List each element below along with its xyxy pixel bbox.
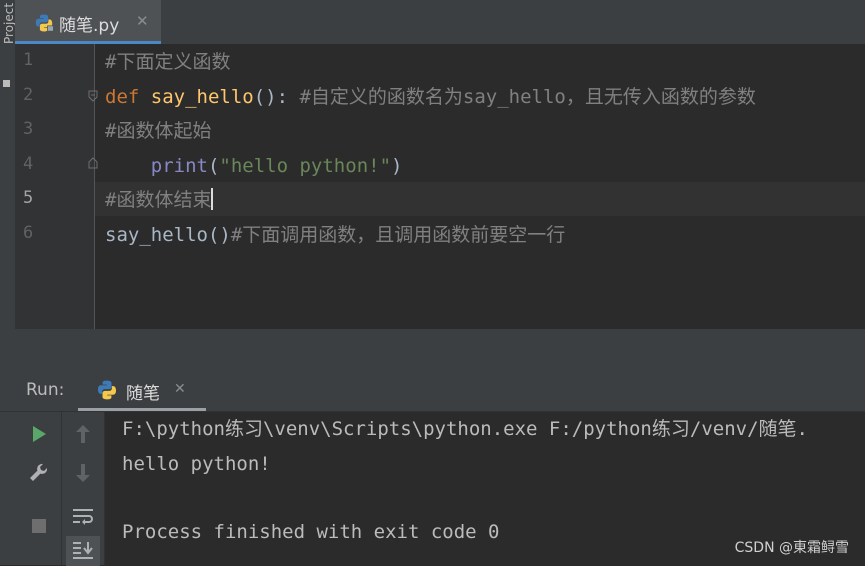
run-panel-label: Run: xyxy=(26,380,65,400)
rerun-play-icon[interactable] xyxy=(24,420,54,448)
code-editor[interactable]: 1 2 3 4 5 6 #下面定义函数 def say_hello(): #自定… xyxy=(15,44,865,329)
gutter-divider xyxy=(94,44,95,329)
line-number: 1 xyxy=(23,50,34,70)
run-tab[interactable]: 随笔 ✕ xyxy=(78,369,206,411)
watermark: CSDN @東霜鲟雪 xyxy=(734,540,849,556)
editor-tab-file[interactable]: 随笔.py ✕ xyxy=(15,0,161,44)
editor-tab-bar: 随笔.py ✕ xyxy=(15,0,865,45)
soft-wrap-icon[interactable] xyxy=(68,502,98,530)
panel-splitter[interactable] xyxy=(15,329,865,369)
run-tab-label: 随笔 xyxy=(126,384,160,404)
editor-tab-label: 随笔.py xyxy=(59,16,120,36)
code-comment: #下面调用函数，且调用函数前要空一行 xyxy=(230,224,566,246)
code-plain: (): xyxy=(253,86,300,108)
code-keyword: def xyxy=(105,86,151,108)
text-caret xyxy=(211,188,214,210)
scroll-to-end-icon[interactable] xyxy=(66,536,100,566)
code-comment: #函数体结束 xyxy=(105,189,212,211)
project-tab-marker xyxy=(3,80,10,87)
code-builtin: print xyxy=(150,155,208,177)
code-function-name: say_hello xyxy=(150,86,254,108)
code-line: print("hello python!") xyxy=(105,154,403,178)
arrow-up-icon[interactable] xyxy=(68,420,98,448)
line-number: 4 xyxy=(23,154,34,174)
run-toolbar-secondary xyxy=(62,412,105,566)
code-paren-close: ) xyxy=(391,155,403,177)
code-call: say_hello() xyxy=(105,224,231,246)
left-tool-strip-bottom xyxy=(0,412,15,565)
console-line: F:\python练习\venv\Scripts\python.exe F:/p… xyxy=(122,418,808,440)
line-number-current: 5 xyxy=(23,188,34,208)
code-string: "hello python!" xyxy=(219,155,392,177)
line-number: 2 xyxy=(23,85,34,105)
code-line: def say_hello(): #自定义的函数名为say_hello，且无传入… xyxy=(105,85,756,109)
run-panel-header: Run: 随笔 ✕ xyxy=(0,369,865,412)
code-line-current: #函数体结束 xyxy=(105,188,214,212)
code-comment: #自定义的函数名为say_hello，且无传入函数的参数 xyxy=(299,86,756,108)
code-paren-open: ( xyxy=(207,155,220,177)
run-toolbar-primary xyxy=(15,412,62,565)
code-comment: #下面定义函数 xyxy=(105,51,231,73)
python-file-icon xyxy=(34,13,54,37)
wrench-icon[interactable] xyxy=(24,459,54,487)
project-tool-tab[interactable]: Project xyxy=(2,3,16,44)
close-icon[interactable]: ✕ xyxy=(174,381,186,397)
code-line: #函数体起始 xyxy=(105,119,211,143)
console-line: Process finished with exit code 0 xyxy=(122,521,500,543)
code-line: say_hello()#下面调用函数，且调用函数前要空一行 xyxy=(105,223,565,247)
line-number: 6 xyxy=(23,223,34,243)
python-icon xyxy=(96,379,118,405)
left-tool-strip: Project xyxy=(0,0,16,370)
close-icon[interactable]: ✕ xyxy=(136,12,149,30)
fold-end-icon[interactable] xyxy=(88,157,98,169)
stop-icon[interactable] xyxy=(24,512,54,540)
line-number: 3 xyxy=(23,119,34,139)
fold-start-icon[interactable] xyxy=(88,90,98,102)
arrow-down-icon[interactable] xyxy=(68,459,98,487)
code-line: #下面定义函数 xyxy=(105,50,230,74)
code-comment: #函数体起始 xyxy=(105,120,212,142)
console-line: hello python! xyxy=(122,453,271,475)
